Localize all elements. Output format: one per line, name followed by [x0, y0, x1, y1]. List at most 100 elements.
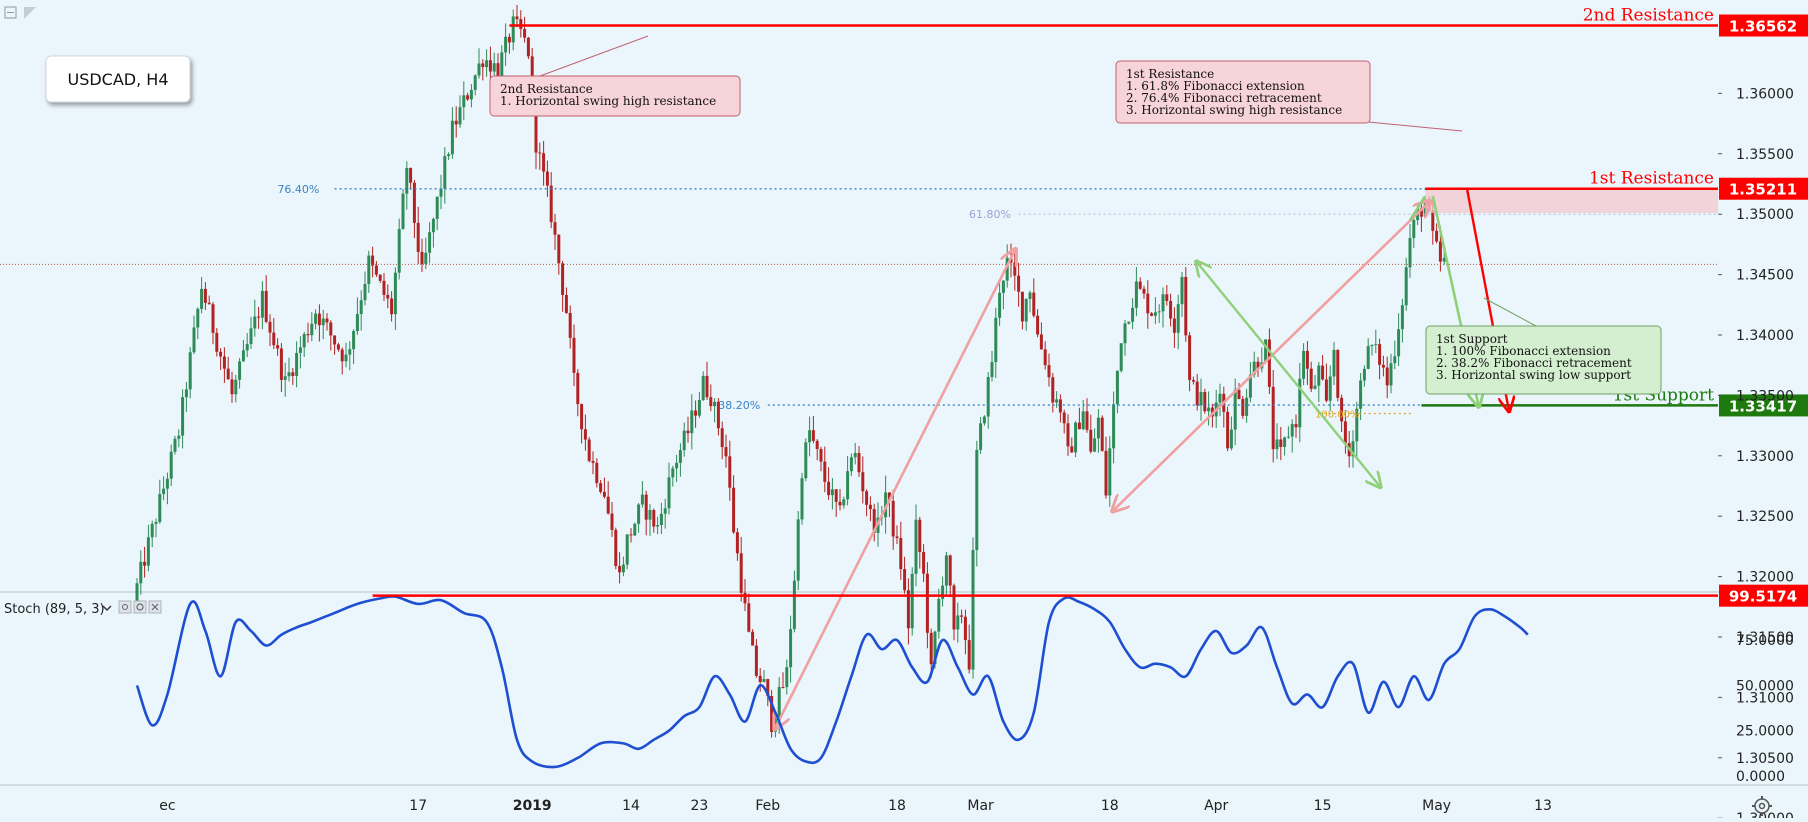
candle-body [481, 63, 485, 68]
stoch-y-tick-label: 25.0000 [1736, 724, 1794, 740]
resistance-2-label: 2nd Resistance [1583, 6, 1714, 26]
candle-body [735, 532, 739, 554]
candle-body [732, 487, 736, 533]
candle-body [405, 167, 409, 194]
candle-body [941, 585, 945, 600]
candle-body [226, 368, 230, 380]
candle-body [1195, 381, 1199, 406]
candle-body [903, 569, 907, 591]
candle-body [488, 60, 492, 72]
candle-body [1389, 363, 1393, 386]
candle-body [230, 379, 234, 395]
candle-body [846, 471, 850, 500]
candle-body [785, 667, 789, 688]
candle-body [697, 399, 701, 416]
candle-body [192, 327, 196, 353]
candle-body [241, 350, 245, 362]
candle-body [542, 153, 546, 172]
candle-body [431, 218, 435, 233]
candle-body [808, 430, 812, 443]
candle-body [306, 334, 310, 336]
candle-body [724, 447, 728, 457]
chart-canvas[interactable]: 76.40%61.80%38.20%100.00%2nd Resistance1… [0, 0, 1808, 822]
candle-body [333, 335, 337, 345]
candle-body [336, 344, 340, 350]
y-tick-label: 1.35500 [1736, 147, 1794, 163]
candle-body [1378, 344, 1382, 365]
candle-body [469, 89, 473, 100]
fib-38-label: 38.20% [718, 399, 760, 412]
candle-body [944, 555, 948, 586]
candle-body [1127, 321, 1131, 324]
candle-body [599, 483, 603, 492]
candle-body [591, 460, 595, 463]
candle-body [1438, 241, 1442, 262]
gear-icon[interactable] [133, 600, 147, 614]
candle-body [796, 519, 800, 581]
symbol-badge: USDCAD, H4 [45, 55, 191, 103]
candle-body [374, 265, 378, 275]
note-sup1-line: 3. Horizontal swing low support [1436, 368, 1631, 382]
candle-body [492, 63, 496, 72]
stoch-y-tick-label: 75.0000 [1736, 633, 1794, 649]
candle-body [1077, 422, 1081, 430]
candle-body [1085, 411, 1089, 430]
note-sup1: 1st Support1. 100% Fibonacci extension2.… [1425, 325, 1662, 395]
candle-body [443, 156, 447, 189]
candle-body [777, 687, 781, 719]
candle-body [1290, 424, 1294, 437]
x-tick-label: Apr [1204, 798, 1228, 814]
candle-body [1241, 399, 1245, 416]
candle-body [663, 508, 667, 514]
candle-body [990, 362, 994, 377]
candle-body [401, 193, 405, 229]
candle-body [1279, 439, 1283, 447]
y-tick-label: 1.34000 [1736, 328, 1794, 344]
candle-body [325, 318, 329, 323]
candle-body [1055, 399, 1059, 403]
candle-body [545, 171, 549, 186]
stoch-resistance-tag: 99.5174 [1729, 588, 1797, 606]
candle-body [367, 255, 371, 284]
candle-body [177, 435, 181, 439]
candle-body [602, 491, 606, 497]
candle-body [409, 167, 413, 183]
candle-body [553, 222, 557, 235]
candle-body [165, 478, 169, 489]
candle-body [754, 645, 758, 676]
candle-body [298, 347, 302, 353]
x-tick-label: Mar [967, 798, 994, 814]
candle-body [781, 687, 785, 689]
candle-body [614, 529, 618, 567]
candle-body [1435, 230, 1439, 242]
candle-body [739, 553, 743, 593]
candle-body [1400, 305, 1404, 330]
candle-body [1393, 356, 1397, 364]
candle-body [762, 679, 766, 683]
candle-body [424, 252, 428, 264]
candle-body [526, 37, 530, 57]
note-res2-line: 1. Horizontal swing high resistance [500, 94, 716, 108]
candle-body [652, 510, 656, 527]
candle-body [439, 188, 443, 197]
candle-body [1275, 439, 1279, 450]
candle-body [1070, 446, 1074, 453]
y-tick-label: 1.36000 [1736, 86, 1794, 102]
candle-body [1100, 417, 1104, 451]
eye-icon[interactable] [118, 600, 132, 614]
candle-body [857, 452, 861, 473]
fib-618-label: 61.80% [969, 208, 1011, 221]
candle-body [1142, 288, 1146, 294]
candle-body [633, 523, 637, 536]
y-tick-label: 1.33500 [1736, 388, 1794, 404]
candle-body [1165, 294, 1169, 301]
candle-body [701, 375, 705, 400]
candle-body [169, 451, 173, 479]
candle-body [507, 36, 511, 43]
candle-body [956, 615, 960, 630]
y-tick-label: 1.30500 [1736, 751, 1794, 767]
stoch-y-tick-label: 50.0000 [1736, 678, 1794, 694]
y-tick-label: 1.32500 [1736, 509, 1794, 525]
candle-body [154, 521, 158, 524]
x-tick-label: 23 [690, 798, 708, 814]
